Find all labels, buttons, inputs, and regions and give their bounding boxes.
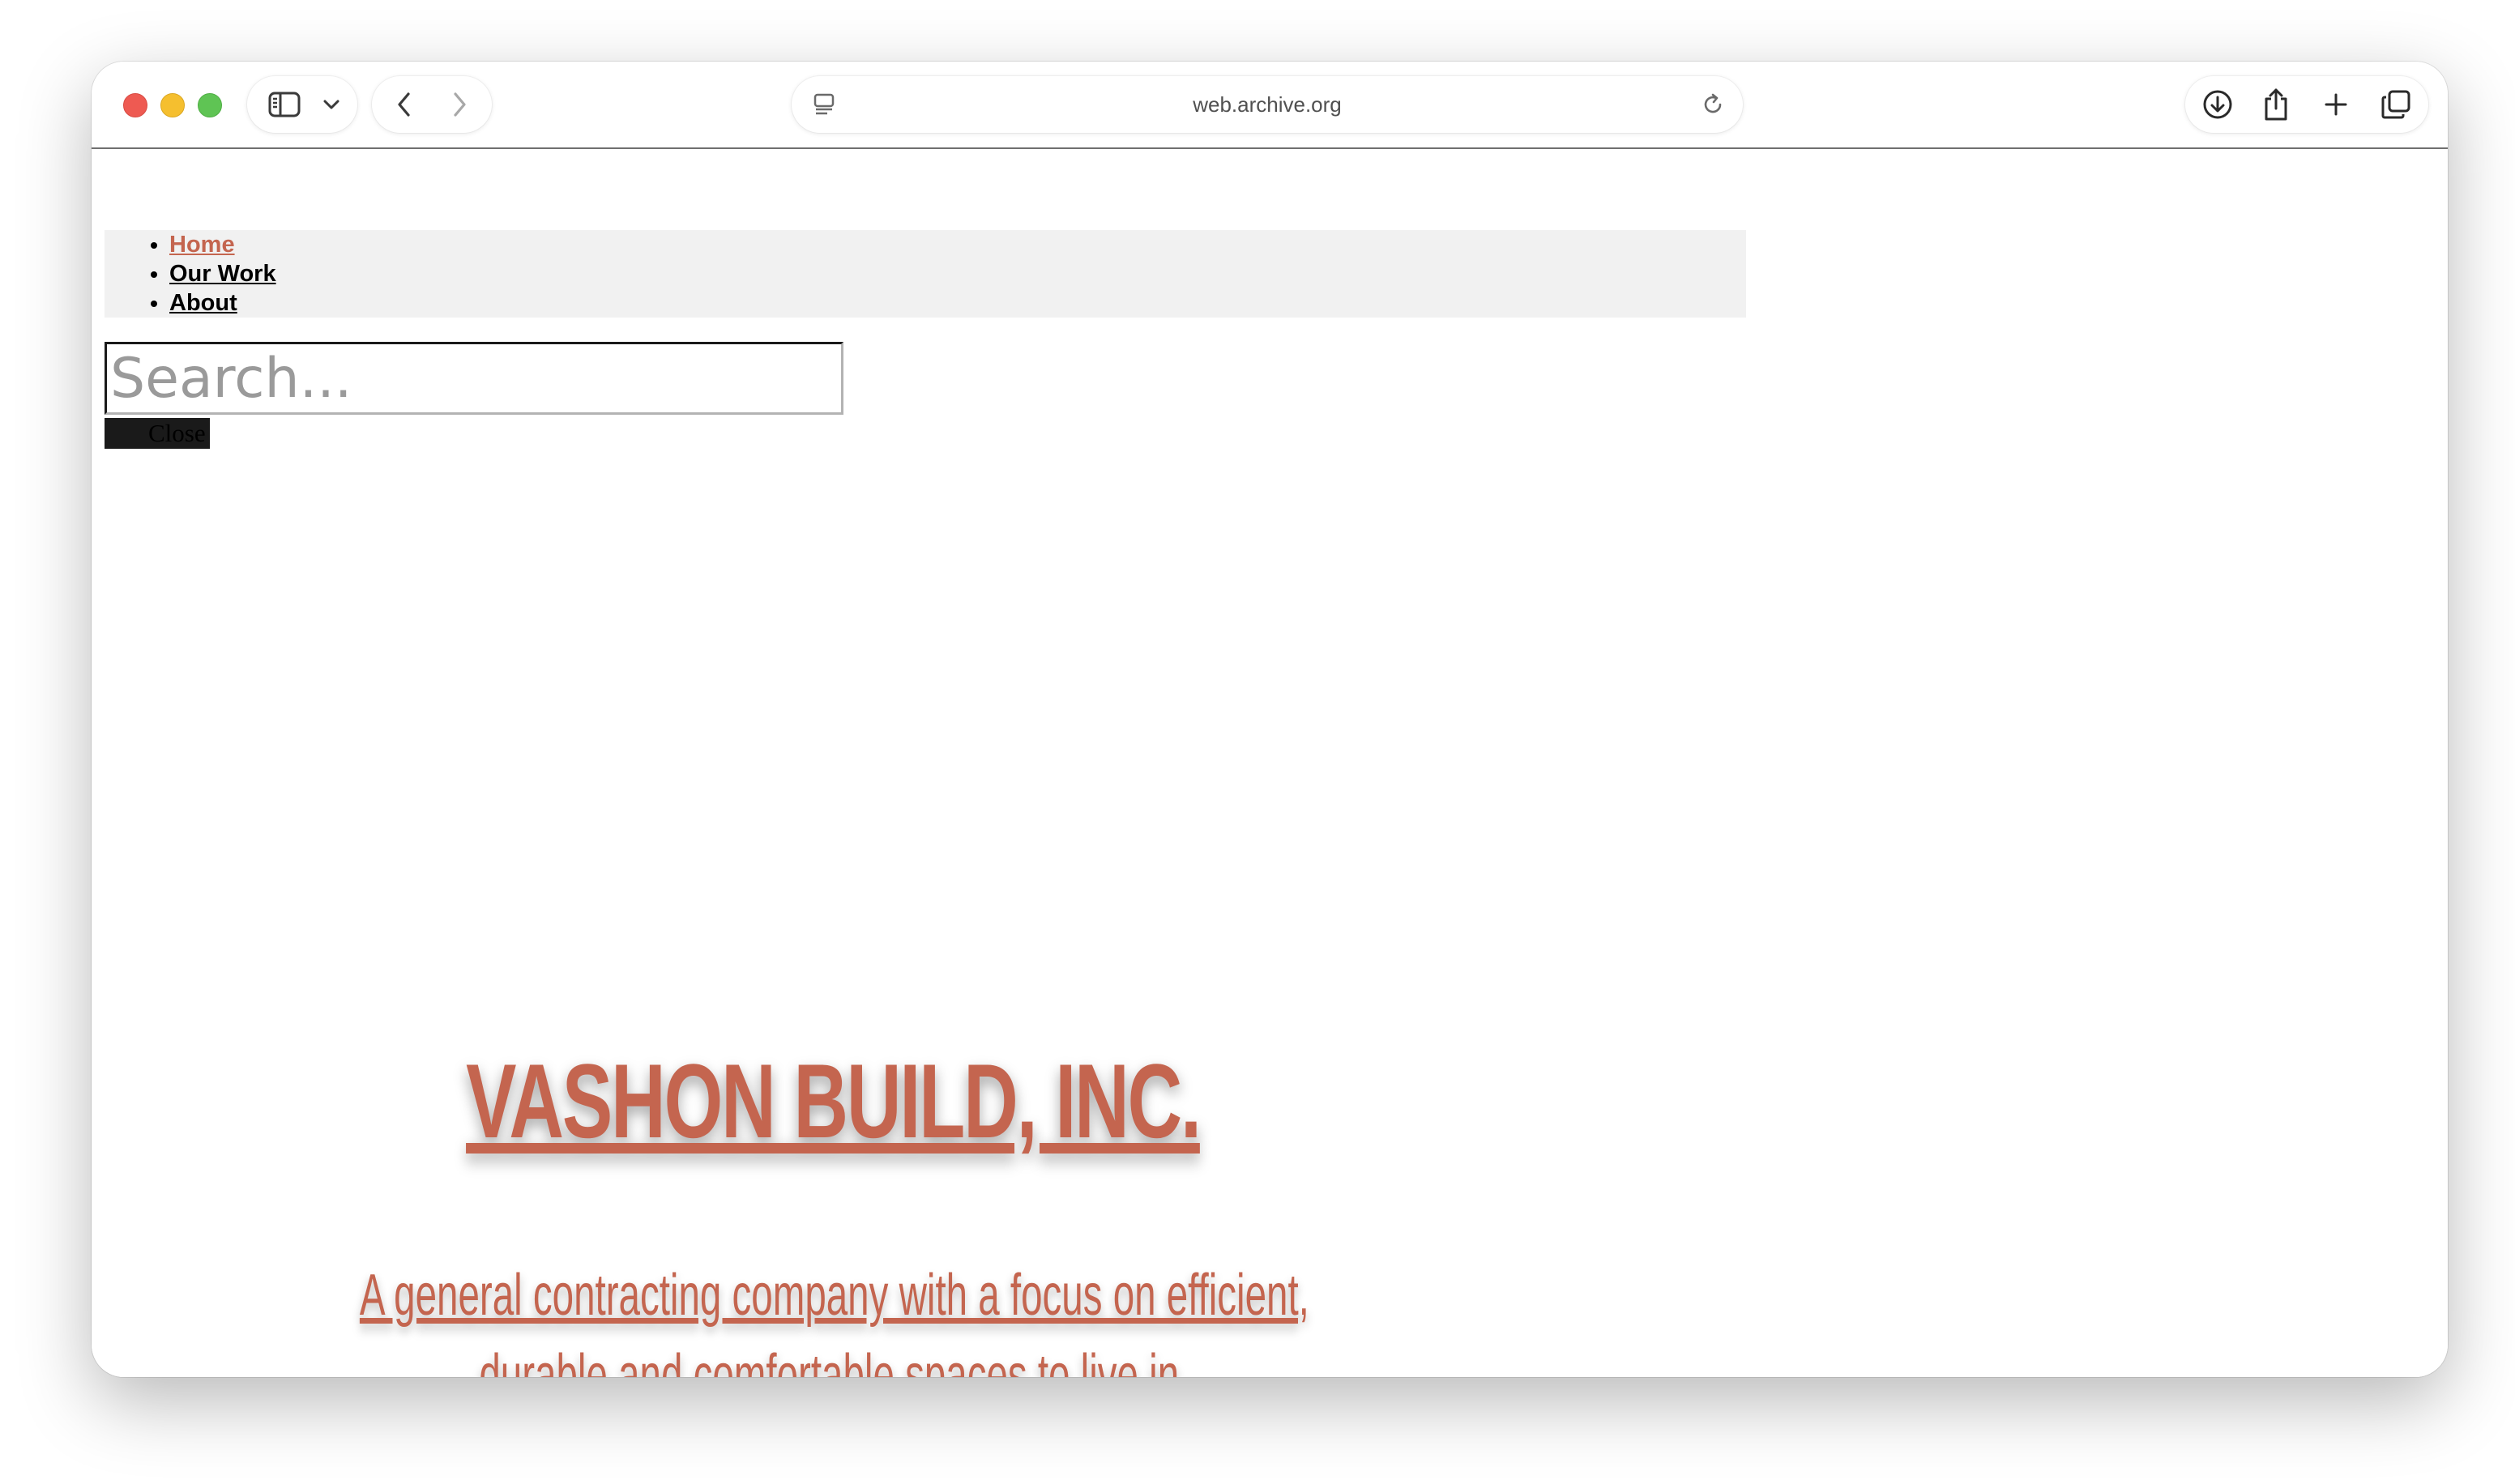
hero-title[interactable]: VASHON BUILD, INC.	[305, 1040, 1362, 1162]
share-icon	[2265, 88, 2287, 121]
share-button[interactable]	[2250, 76, 2302, 133]
back-arrow-icon	[398, 92, 410, 117]
toolbar-actions-group	[2185, 76, 2428, 133]
address-bar[interactable]: web.archive.org	[792, 76, 1743, 133]
new-tab-button[interactable]	[2310, 76, 2362, 133]
forward-arrow-icon	[454, 92, 466, 117]
tabs-overview-icon	[2381, 90, 2410, 119]
nav-list: Home Our Work About	[105, 230, 276, 318]
zoom-window-button[interactable]	[198, 93, 222, 117]
back-button[interactable]	[382, 76, 427, 133]
minimize-window-button[interactable]	[160, 93, 185, 117]
close-window-button[interactable]	[123, 93, 147, 117]
site-nav: Home Our Work About	[105, 230, 1746, 318]
tab-group-menu-button[interactable]	[315, 76, 348, 133]
close-search-label: Close	[148, 419, 206, 447]
search-input[interactable]	[107, 344, 841, 412]
forward-button[interactable]	[437, 76, 482, 133]
sidebar-toggle-group	[247, 76, 357, 133]
web-page: Home Our Work About Close VASHON BUILD, …	[92, 149, 2448, 1377]
tab-overview-button[interactable]	[2370, 76, 2422, 133]
nav-link-about[interactable]: About	[169, 290, 237, 316]
chevron-down-icon	[323, 100, 339, 109]
search-field	[105, 342, 843, 415]
reload-icon	[1704, 93, 1722, 113]
sidebar-icon	[268, 92, 301, 117]
url-text[interactable]: web.archive.org	[792, 76, 1743, 133]
reload-button[interactable]	[1693, 76, 1733, 133]
nav-link-home[interactable]: Home	[169, 232, 235, 258]
nav-item-home: Home	[169, 230, 276, 259]
hero-subtitle[interactable]: A general contracting company with a foc…	[350, 1256, 1319, 1377]
downloads-button[interactable]	[2192, 76, 2244, 133]
nav-item-our-work: Our Work	[169, 259, 276, 288]
sidebar-toggle-button[interactable]	[258, 76, 310, 133]
screen: web.archive.org • Home • Our Work • Abou…	[0, 0, 2515, 1484]
download-icon	[2203, 90, 2232, 119]
close-search-button[interactable]: Close	[105, 418, 210, 449]
history-nav-group	[372, 76, 492, 133]
browser-toolbar: web.archive.org	[92, 62, 2448, 149]
browser-window: web.archive.org • Home • Our Work • Abou…	[92, 62, 2448, 1377]
nav-link-our-work[interactable]: Our Work	[169, 261, 276, 287]
plus-icon	[2325, 93, 2347, 116]
nav-item-about: About	[169, 288, 276, 318]
